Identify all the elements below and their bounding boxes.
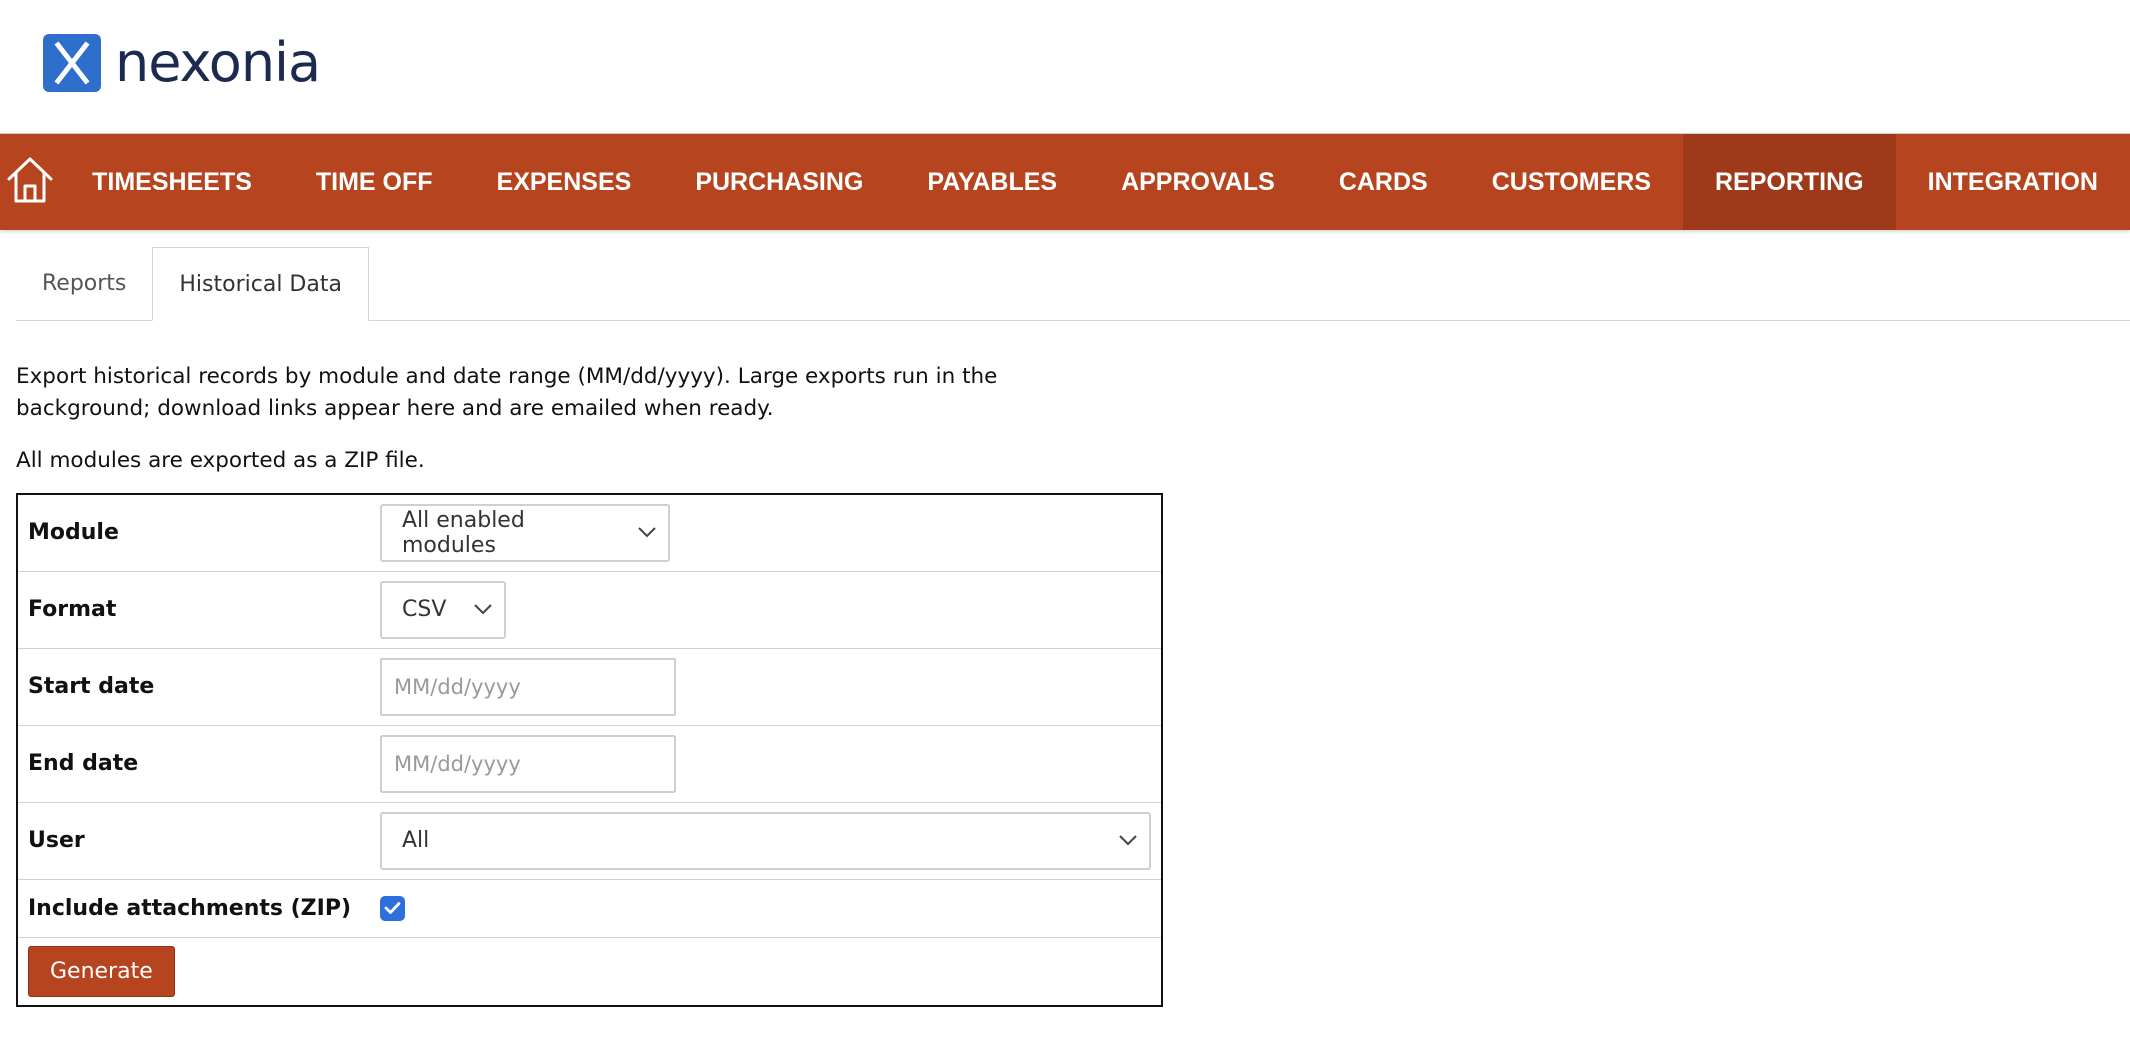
intro-text: Export historical records by module and … [16, 361, 1086, 477]
chevron-down-icon [1119, 835, 1137, 846]
format-select[interactable]: CSV [380, 580, 506, 639]
form-row-attachments: Include attachments (ZIP) [17, 878, 1162, 937]
include-attachments-checkbox[interactable] [380, 895, 405, 921]
nav-timesheets[interactable]: TIMESHEETS [60, 134, 284, 230]
nav-purchasing[interactable]: PURCHASING [663, 134, 895, 230]
brand-name: nexonia [115, 31, 321, 94]
nav-home[interactable] [0, 134, 60, 230]
nav-reporting[interactable]: REPORTING [1683, 134, 1896, 230]
nav-cards[interactable]: CARDS [1307, 134, 1460, 230]
intro-description: Export historical records by module and … [16, 364, 998, 421]
home-icon [6, 155, 54, 209]
form-row-end-date: End date [17, 724, 1162, 802]
nav-expenses[interactable]: EXPENSES [465, 134, 664, 230]
start-date-input[interactable] [380, 657, 676, 716]
nav-time-off[interactable]: TIME OFF [284, 134, 465, 230]
main-nav: TIMESHEETS TIME OFF EXPENSES PURCHASING … [0, 134, 2130, 230]
intro-zip-note: All modules are exported as a ZIP file. [16, 448, 425, 473]
nav-integration[interactable]: INTEGRATION [1896, 134, 2130, 230]
nav-payables[interactable]: PAYABLES [895, 134, 1089, 230]
chevron-down-icon [474, 604, 492, 615]
start-date-label: Start date [17, 647, 380, 725]
module-select-value: All enabled modules [402, 507, 525, 558]
export-form: Module All enabled modules Format CSV St… [16, 493, 1163, 1007]
user-label: User [17, 801, 380, 879]
user-select[interactable]: All [380, 811, 1151, 870]
chevron-down-icon [638, 527, 656, 538]
end-date-input[interactable] [380, 734, 676, 793]
form-row-start-date: Start date [17, 647, 1162, 725]
form-row-module: Module All enabled modules [17, 494, 1162, 571]
module-select[interactable]: All enabled modules [380, 503, 670, 562]
nav-approvals[interactable]: APPROVALS [1089, 134, 1307, 230]
format-select-value: CSV [402, 597, 447, 622]
sub-tabs: Reports Historical Data [16, 247, 2130, 321]
tab-historical-data[interactable]: Historical Data [152, 247, 369, 321]
form-row-actions: Generate [17, 936, 1162, 1006]
end-date-label: End date [17, 724, 380, 802]
main-content: Export historical records by module and … [16, 361, 2130, 1007]
checkmark-icon [384, 901, 401, 915]
form-row-format: Format CSV [17, 570, 1162, 648]
attachments-label: Include attachments (ZIP) [17, 878, 380, 937]
user-select-value: All [402, 828, 430, 853]
nexonia-x-icon [43, 34, 101, 92]
form-row-user: User All [17, 801, 1162, 879]
brand-logo[interactable]: nexonia [43, 31, 321, 94]
module-label: Module [28, 520, 119, 546]
format-label: Format [17, 570, 380, 648]
nav-customers[interactable]: CUSTOMERS [1460, 134, 1683, 230]
generate-button[interactable]: Generate [28, 945, 175, 997]
tab-reports[interactable]: Reports [16, 247, 152, 320]
app-header: nexonia [0, 0, 2130, 134]
